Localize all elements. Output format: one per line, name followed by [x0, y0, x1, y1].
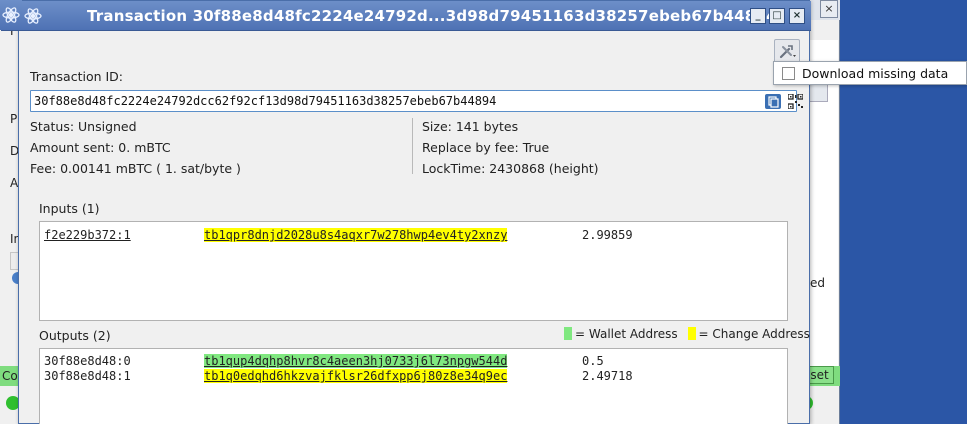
info-divider — [412, 118, 413, 174]
download-missing-data-checkbox[interactable] — [782, 67, 795, 80]
electrum-logo-icon — [24, 8, 42, 24]
tools-popup-menu: Download missing data — [773, 61, 967, 85]
titlebar-left-strip — [0, 0, 22, 30]
fee-text: Fee: 0.00141 mBTC ( 1. sat/byte ) — [30, 161, 241, 176]
change-address-legend: = Change Address — [698, 327, 810, 341]
transaction-id-field[interactable]: 30f88e8d48fc2224e24792dcc62f92cf13d98d79… — [30, 90, 803, 112]
background-status-text: Co — [0, 366, 18, 386]
output-address[interactable]: tb1qup4dqhp8hvr8c4aeen3hj0733j6l73npgw54… — [204, 354, 508, 368]
maximize-button[interactable]: □ — [769, 8, 785, 24]
tools-menu-button[interactable] — [774, 39, 800, 63]
locktime-text: LockTime: 2430868 (height) — [422, 161, 599, 176]
replace-by-fee-text: Replace by fee: True — [422, 140, 550, 155]
qr-code-icon[interactable] — [788, 94, 803, 109]
status-text: Status: Unsigned — [30, 119, 137, 134]
background-label-p: P — [10, 112, 18, 126]
wallet-address-swatch — [564, 327, 572, 340]
minimize-button[interactable]: _ — [750, 8, 766, 24]
transaction-id-label: Transaction ID: — [30, 69, 124, 84]
output-outpoint: 30f88e8d48:0 — [44, 354, 131, 368]
transaction-dialog: Transaction 30f88e8d48fc2224e24792d...3d… — [1, 0, 811, 424]
outputs-list[interactable]: 30f88e8d48:0 tb1qup4dqhp8hvr8c4aeen3hj07… — [39, 348, 788, 424]
electrum-logo-icon — [2, 7, 20, 23]
copy-icon[interactable] — [765, 94, 781, 109]
inputs-title: Inputs (1) — [39, 201, 100, 216]
outputs-title: Outputs (2) — [39, 328, 111, 343]
input-amount: 2.99859 — [582, 228, 633, 242]
download-missing-data-label[interactable]: Download missing data — [802, 66, 948, 81]
output-amount: 2.49718 — [582, 369, 633, 383]
input-prevout[interactable]: f2e229b372:1 — [44, 228, 131, 242]
dialog-title: Transaction 30f88e8d48fc2224e24792d...3d… — [87, 7, 777, 25]
output-outpoint: 30f88e8d48:1 — [44, 369, 131, 383]
transaction-id-value[interactable]: 30f88e8d48fc2224e24792dcc62f92cf13d98d79… — [34, 94, 496, 108]
size-text: Size: 141 bytes — [422, 119, 519, 134]
input-address[interactable]: tb1qpr8dnjd2028u8s4aqxr7w278hwp4ev4ty2xn… — [204, 228, 508, 242]
dialog-titlebar[interactable]: Transaction 30f88e8d48fc2224e24792d...3d… — [1, 1, 811, 31]
output-amount: 0.5 — [582, 354, 604, 368]
address-legend: = Wallet Address = Change Address — [564, 327, 810, 341]
output-address[interactable]: tb1q0edqhd6hkzvajfklsr26dfxpp6j80z8e34q9… — [204, 369, 508, 383]
background-label-a: A — [10, 176, 19, 190]
inputs-list[interactable]: f2e229b372:1 tb1qpr8dnjd2028u8s4aqxr7w27… — [39, 221, 788, 321]
tools-icon — [779, 45, 796, 59]
amount-sent-text: Amount sent: 0. mBTC — [30, 140, 171, 155]
wallet-address-legend: = Wallet Address — [575, 327, 678, 341]
close-button[interactable]: × — [789, 8, 805, 24]
background-close-button[interactable]: × — [820, 0, 838, 18]
background-cell-text: ed — [810, 276, 825, 290]
change-address-swatch — [687, 327, 696, 340]
